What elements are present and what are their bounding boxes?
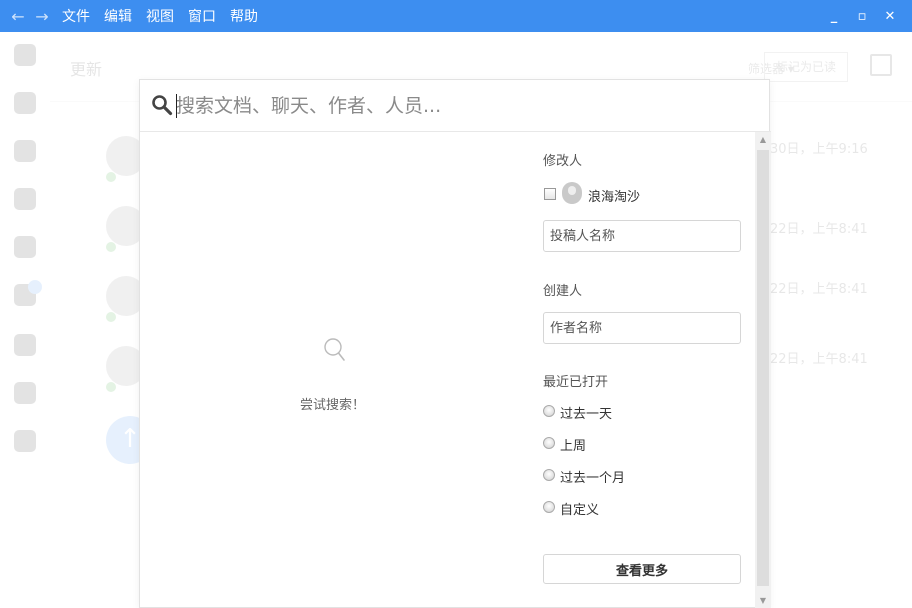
radio-label: 上周: [560, 439, 587, 454]
feed-time: 22日，上午8:41: [770, 222, 868, 237]
minimize-icon[interactable]: _: [820, 9, 848, 24]
feed-time: 22日，上午8:41: [770, 282, 868, 297]
feed-time: 30日，上午9:16: [770, 142, 868, 157]
apps-grid-nav-icon[interactable]: [14, 334, 36, 356]
back-arrow-icon[interactable]: ←: [6, 7, 30, 26]
bell-nav-icon[interactable]: [14, 188, 36, 210]
menu-edit[interactable]: 编辑: [104, 6, 132, 26]
modifier-checkbox[interactable]: [544, 188, 556, 200]
chat-nav-icon[interactable]: [14, 140, 36, 162]
radio-past-month[interactable]: [543, 469, 555, 481]
clock-nav-icon[interactable]: [14, 236, 36, 258]
scroll-up-arrow-icon[interactable]: ▲: [755, 132, 771, 148]
filter-panel: 修改人 浪海淘沙 创建人 最近已打开 过去一天 上周 过去一个月 自定义 查看更…: [532, 132, 752, 608]
forward-arrow-icon[interactable]: →: [30, 7, 54, 26]
online-dot: [106, 172, 116, 182]
scroll-thumb[interactable]: [757, 150, 769, 586]
feed-time: 22日，上午8:41: [770, 352, 868, 367]
title-bar: ← → 文件 编辑 视图 窗口 帮助 _ ▫ ✕: [0, 0, 912, 32]
radio-label: 过去一个月: [560, 471, 626, 486]
search-nav-icon[interactable]: [14, 44, 36, 66]
radio-label: 过去一天: [560, 407, 613, 422]
contributor-name-input[interactable]: [543, 220, 741, 252]
mark-read-button[interactable]: 标记为已读: [764, 52, 848, 82]
radio-label: 自定义: [560, 503, 600, 518]
search-bar: [140, 80, 771, 132]
page-title: 更新: [70, 60, 103, 79]
empty-hint-text: 尝试搜索！: [300, 398, 366, 413]
scrollbar[interactable]: ▲ ▼: [755, 132, 771, 608]
menu-view[interactable]: 视图: [146, 6, 174, 26]
notification-badge: [28, 280, 42, 294]
radio-custom[interactable]: [543, 501, 555, 513]
online-dot: [106, 312, 116, 322]
modifier-section-title: 修改人: [543, 154, 583, 169]
scroll-down-arrow-icon[interactable]: ▼: [755, 593, 771, 608]
search-icon: [152, 95, 173, 116]
empty-search-icon: [324, 338, 345, 361]
bubble-nav-icon[interactable]: [14, 382, 36, 404]
menu-window[interactable]: 窗口: [188, 6, 216, 26]
search-input[interactable]: [176, 90, 756, 122]
modifier-user-name: 浪海淘沙: [588, 190, 641, 205]
menu-file[interactable]: 文件: [62, 6, 90, 26]
calendar-nav-icon[interactable]: [14, 92, 36, 114]
menu-bar: 文件 编辑 视图 窗口 帮助: [62, 6, 272, 26]
creator-section-title: 创建人: [543, 284, 583, 299]
menu-help[interactable]: 帮助: [230, 6, 258, 26]
search-popup: 尝试搜索！ 修改人 浪海淘沙 创建人 最近已打开 过去一天 上周 过去一个月 自…: [139, 79, 771, 608]
recent-section-title: 最近已打开: [543, 375, 609, 390]
maximize-icon[interactable]: ▫: [848, 9, 876, 24]
empty-results: 尝试搜索！: [140, 132, 530, 608]
radio-past-day[interactable]: [543, 405, 555, 417]
close-icon[interactable]: ✕: [876, 9, 904, 24]
sidebar: [0, 32, 50, 608]
user-avatar: [562, 182, 582, 204]
radio-last-week[interactable]: [543, 437, 555, 449]
compose-icon[interactable]: [870, 54, 892, 76]
online-dot: [106, 382, 116, 392]
view-more-button[interactable]: 查看更多: [543, 554, 741, 584]
text-caret: [176, 94, 177, 118]
documents-nav-icon[interactable]: [14, 430, 36, 452]
author-name-input[interactable]: [543, 312, 741, 344]
online-dot: [106, 242, 116, 252]
